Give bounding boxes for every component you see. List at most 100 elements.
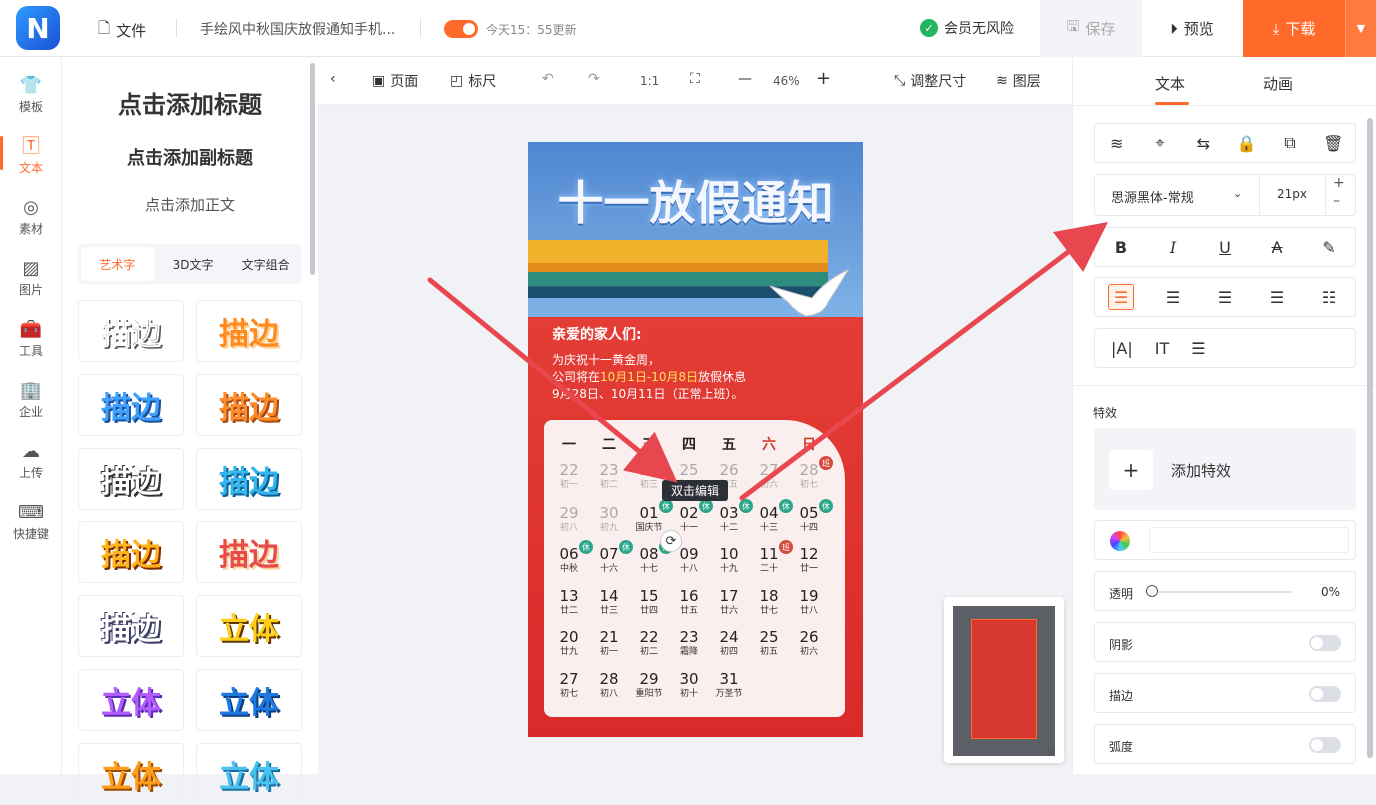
color-picker[interactable]: [1094, 520, 1356, 560]
curve-toggle[interactable]: [1309, 737, 1341, 753]
resize-button[interactable]: ⤡ 调整尺寸: [894, 71, 966, 91]
file-menu[interactable]: 🗋 文件: [98, 18, 146, 43]
save-button[interactable]: 🖫 保存: [1040, 0, 1142, 57]
align-right-icon[interactable]: ☰: [1199, 288, 1251, 307]
rotate-handle-icon[interactable]: ⟳: [660, 530, 682, 552]
calendar-day[interactable]: 12 廿一: [789, 546, 829, 575]
notice-text[interactable]: 为庆祝十一黄金周， 公司将在10月1日-10月8日放假休息 9月28日、10月1…: [552, 352, 746, 403]
panel-scrollbar[interactable]: [310, 63, 315, 275]
calendar-day[interactable]: 20 廿九: [549, 629, 589, 658]
line-height-icon[interactable]: IT: [1155, 339, 1170, 358]
align-left-icon[interactable]: ☰: [1095, 284, 1147, 310]
tab-text-combo[interactable]: 文字组合: [229, 244, 302, 284]
poster-canvas[interactable]: 十一放假通知 亲爱的家人们: 为庆祝十一黄金周， 公司将在10月1日-10月8日…: [528, 142, 863, 737]
tab-text[interactable]: 文本: [1155, 73, 1185, 94]
calendar-day[interactable]: 29 重阳节: [629, 671, 669, 700]
nav-item-tools[interactable]: 🧰 工具: [0, 311, 62, 367]
calendar-day[interactable]: 15 廿四: [629, 588, 669, 617]
calendar-day[interactable]: 22 初一: [549, 462, 589, 491]
vip-status[interactable]: ✓ 会员无风险: [920, 18, 1014, 38]
calendar-day[interactable]: 07 十六休: [589, 540, 633, 575]
layer-order-icon[interactable]: ≋: [1095, 134, 1138, 153]
calendar-day[interactable]: 23 霜降: [669, 629, 709, 658]
preview-button[interactable]: ⏵ 预览: [1146, 0, 1238, 57]
calendar-day[interactable]: 11 二十班: [749, 540, 793, 575]
add-effect-button[interactable]: + 添加特效: [1094, 428, 1356, 510]
font-size-input[interactable]: 21px: [1277, 187, 1307, 201]
art-text-tile[interactable]: 描边: [78, 595, 184, 657]
calendar-day[interactable]: 16 廿五: [669, 588, 709, 617]
property-panel-scrollbar[interactable]: [1367, 118, 1373, 758]
calendar-day[interactable]: 14 廿三: [589, 588, 629, 617]
art-text-tile[interactable]: 立体: [196, 595, 302, 657]
art-text-tile[interactable]: 立体: [78, 743, 184, 805]
calendar-day[interactable]: 17 廿六: [709, 588, 749, 617]
align-center-icon[interactable]: ☰: [1147, 288, 1199, 307]
art-text-tile[interactable]: 立体: [196, 743, 302, 805]
calendar-day[interactable]: 04 十三休: [749, 499, 793, 534]
zoom-in-icon[interactable]: +: [816, 68, 831, 89]
shadow-toggle[interactable]: [1309, 635, 1341, 651]
calendar-day[interactable]: 05 十四休: [789, 499, 833, 534]
distribute-icon[interactable]: ☷: [1303, 288, 1355, 307]
calendar-day[interactable]: 26 初六: [789, 629, 829, 658]
page-button[interactable]: ▣ 页面: [372, 71, 418, 91]
add-title-button[interactable]: 点击添加标题: [62, 85, 318, 120]
calendar-day[interactable]: 24 初四: [709, 629, 749, 658]
calendar-day[interactable]: 18 廿七: [749, 588, 789, 617]
calendar-day[interactable]: 28 初七班: [789, 456, 833, 491]
font-size-increase-icon[interactable]: +: [1333, 175, 1345, 191]
redo-icon[interactable]: ↷: [588, 71, 600, 87]
flip-icon[interactable]: ⇆: [1182, 134, 1225, 153]
nav-item-text[interactable]: 🅃 文本: [0, 128, 62, 184]
nav-item-shortcuts[interactable]: ⌨ 快捷键: [0, 494, 62, 550]
zoom-level[interactable]: 46%: [773, 74, 800, 88]
calendar-day[interactable]: 29 初八: [549, 505, 589, 534]
calendar-day[interactable]: 10 十九: [709, 546, 749, 575]
calendar-day[interactable]: 06 中秋休: [549, 540, 593, 575]
nav-item-material[interactable]: ◎ 素材: [0, 189, 62, 245]
calendar-day[interactable]: 31 万圣节: [709, 671, 749, 700]
nav-item-image[interactable]: ▨ 图片: [0, 250, 62, 306]
art-text-tile[interactable]: 描边: [196, 374, 302, 436]
lock-icon[interactable]: 🔒: [1225, 134, 1268, 153]
add-subtitle-button[interactable]: 点击添加副标题: [62, 144, 318, 170]
font-family-select[interactable]: 思源黑体-常规: [1111, 187, 1194, 206]
art-text-tile[interactable]: 立体: [78, 669, 184, 731]
poster-title[interactable]: 十一放假通知: [528, 167, 863, 233]
calendar-day[interactable]: 28 初八: [589, 671, 629, 700]
layers-button[interactable]: ≋ 图层: [996, 71, 1041, 91]
duplicate-icon[interactable]: ⧉: [1268, 133, 1311, 153]
calendar-day[interactable]: 30 初十: [669, 671, 709, 700]
art-text-tile[interactable]: 描边: [78, 300, 184, 362]
calendar-day[interactable]: 01 国庆节休: [629, 499, 673, 534]
add-body-button[interactable]: 点击添加正文: [62, 194, 318, 215]
calendar-day[interactable]: 03 十二休: [709, 499, 753, 534]
download-button[interactable]: ⤓ 下载: [1243, 0, 1345, 57]
calendar-day[interactable]: 27 初七: [549, 671, 589, 700]
calendar-day[interactable]: 25 初五: [749, 629, 789, 658]
font-size-decrease-icon[interactable]: –: [1333, 193, 1340, 209]
ruler-button[interactable]: ◰ 标尺: [450, 71, 496, 91]
calendar-day[interactable]: 13 廿二: [549, 588, 589, 617]
calendar-day[interactable]: 27 初六: [749, 462, 789, 491]
nav-item-template[interactable]: 👕 模板: [0, 67, 62, 123]
minimap-collapse-icon[interactable]: ⇲: [1044, 745, 1054, 759]
opacity-slider-track[interactable]: [1151, 591, 1291, 593]
minimap[interactable]: ⇲: [944, 597, 1064, 763]
text-color-icon[interactable]: ✎: [1303, 238, 1355, 257]
strikethrough-icon[interactable]: A: [1251, 238, 1303, 257]
calendar-day[interactable]: 23 初二: [589, 462, 629, 491]
nav-item-enterprise[interactable]: 🏢 企业: [0, 372, 62, 428]
tab-art-text[interactable]: 艺术字: [81, 247, 154, 281]
nav-item-upload[interactable]: ☁ 上传: [0, 433, 62, 489]
calendar-day[interactable]: 19 廿八: [789, 588, 829, 617]
art-text-tile[interactable]: 描边: [78, 374, 184, 436]
chevron-down-icon[interactable]: ⌄: [1233, 187, 1242, 200]
greeting-text[interactable]: 亲爱的家人们:: [552, 324, 642, 344]
calendar[interactable]: 一二三四五六日22初一23初二24初三25初四26初五27初六28初七班29初八…: [544, 420, 845, 717]
zoom-out-icon[interactable]: —: [738, 71, 752, 87]
art-text-tile[interactable]: 描边: [196, 300, 302, 362]
art-text-tile[interactable]: 描边: [78, 448, 184, 510]
art-text-tile[interactable]: 立体: [196, 669, 302, 731]
